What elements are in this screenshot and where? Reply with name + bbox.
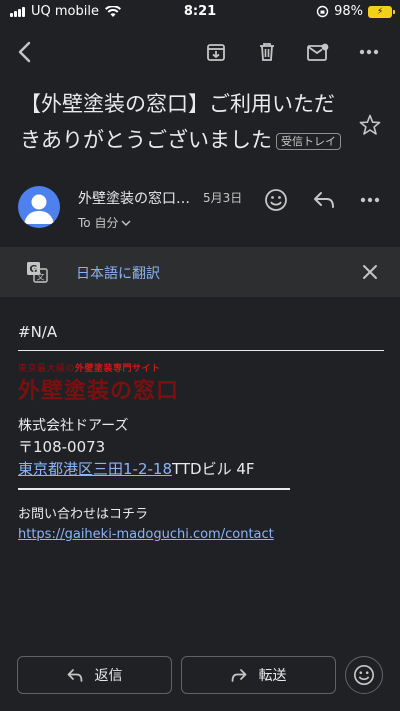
mark-unread-button[interactable]: [304, 38, 332, 66]
reply-icon: [67, 668, 82, 682]
divider: [18, 488, 290, 490]
translate-icon: G文: [26, 261, 48, 283]
message-more-button[interactable]: [357, 187, 383, 213]
email-date: 5月3日: [203, 191, 243, 205]
contact-link[interactable]: https://gaiheki-madoguchi.com/contact: [18, 527, 274, 542]
address-map-link[interactable]: 東京都港区三田1-2-18: [18, 460, 172, 478]
delete-button[interactable]: [253, 38, 281, 66]
company-name: 株式会社ドアーズ: [18, 418, 129, 434]
reply-label: 返信: [94, 668, 123, 684]
sender-avatar[interactable]: [18, 186, 60, 228]
archive-icon: [207, 44, 225, 61]
sender-name[interactable]: 外壁塗装の窓口…: [78, 188, 190, 208]
close-translate-button[interactable]: [360, 262, 380, 282]
battery-percent: 98%: [334, 4, 363, 19]
recipient-text: To 自分: [78, 216, 119, 230]
svg-text:文: 文: [37, 272, 45, 282]
person-icon: [24, 194, 54, 224]
close-icon: [363, 265, 377, 279]
reply-action-button[interactable]: 返信: [17, 656, 172, 694]
body-first-line: #N/A: [18, 323, 58, 341]
emoji-icon: [354, 665, 374, 685]
back-arrow-icon: [18, 41, 31, 63]
divider: [18, 350, 384, 351]
add-reaction-button[interactable]: [263, 187, 289, 213]
address-building: TTDビル 4F: [172, 460, 255, 478]
back-button[interactable]: [10, 38, 38, 66]
reply-button[interactable]: [311, 187, 337, 213]
more-options-button[interactable]: [355, 38, 383, 66]
chevron-down-icon: [121, 220, 131, 226]
translate-bar: G文 日本語に翻訳: [0, 247, 400, 297]
emoji-icon: [265, 189, 287, 211]
forward-action-button[interactable]: 転送: [181, 656, 336, 694]
status-bar: UQ mobile 8:21 98% ⚡: [0, 0, 400, 24]
recipient-toggle[interactable]: To 自分: [78, 214, 131, 231]
inbox-label-chip[interactable]: 受信トレイ: [276, 132, 341, 150]
more-horizontal-icon: [360, 197, 380, 203]
forward-icon: [231, 668, 246, 682]
star-button[interactable]: [358, 113, 382, 137]
emoji-reaction-button[interactable]: [345, 656, 383, 694]
company-logo: 東京最大級の外壁塗装専門サイト 外壁塗装の窓口: [18, 361, 228, 405]
battery-charging-icon: ⚡: [368, 5, 395, 18]
orientation-lock-icon: [316, 5, 329, 18]
address: 東京都港区三田1-2-18TTDビル 4F: [18, 458, 255, 479]
email-subject: 【外壁塗装の窓口】ご利用いただきありがとうございました 受信トレイ: [20, 86, 350, 158]
logo-name: 外壁塗装の窓口: [18, 379, 180, 404]
more-horizontal-icon: [359, 49, 379, 55]
archive-button[interactable]: [202, 38, 230, 66]
contact-label: お問い合わせはコチラ: [18, 507, 149, 522]
translate-link[interactable]: 日本語に翻訳: [76, 263, 160, 283]
star-icon: [359, 114, 381, 135]
email-toolbar: [0, 34, 400, 70]
mail-icon: [307, 43, 329, 61]
forward-label: 転送: [258, 668, 287, 684]
postal-code: 〒108-0073: [18, 438, 106, 456]
trash-icon: [260, 43, 274, 61]
reply-icon: [314, 192, 334, 208]
